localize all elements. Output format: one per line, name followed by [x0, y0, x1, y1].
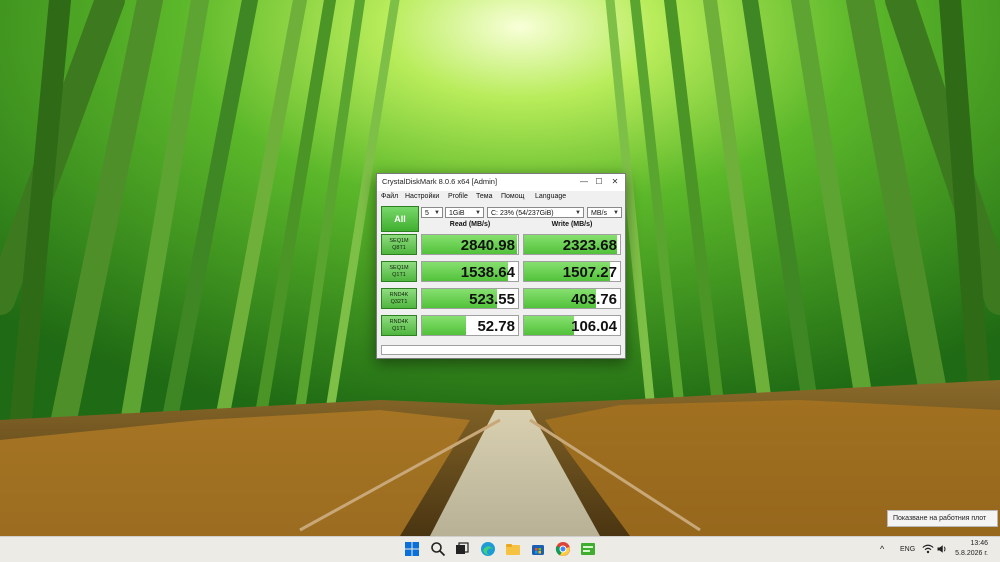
read-result: 1538.64 — [421, 261, 519, 282]
unit-value: MB/s — [591, 210, 607, 217]
test-params: Q1T1 — [392, 326, 406, 332]
comment-field[interactable] — [381, 345, 621, 355]
test-name: RND4K — [389, 292, 409, 298]
minimize-button[interactable]: — — [577, 176, 591, 188]
window-title: CrystalDiskMark 8.0.6 x64 [Admin] — [382, 177, 498, 186]
menu-settings[interactable]: Настройки — [405, 193, 439, 200]
test-button-seq1m-q1t1[interactable]: SEQ1M Q1T1 — [381, 261, 417, 282]
result-value: 2840.98 — [460, 237, 515, 254]
drive-select[interactable]: C: 23% (54/237GiB) ▼ — [487, 207, 584, 218]
test-button-seq1m-q8t1[interactable]: SEQ1M Q8T1 — [381, 234, 417, 255]
menu-theme[interactable]: Тема — [476, 193, 492, 200]
chrome-icon[interactable] — [555, 541, 571, 557]
test-size-value: 1GiB — [449, 210, 465, 217]
clock-date[interactable]: 5.8.2026 г. — [955, 550, 988, 557]
edge-icon[interactable] — [480, 541, 496, 557]
test-size-select[interactable]: 1GiB ▼ — [445, 207, 484, 218]
write-result: 403.76 — [523, 288, 621, 309]
result-value: 52.78 — [477, 318, 515, 335]
result-bar — [422, 316, 467, 335]
chevron-up-icon[interactable]: ^ — [880, 544, 884, 554]
all-tests-button[interactable]: All — [381, 206, 419, 232]
result-bar — [524, 316, 574, 335]
chevron-down-icon: ▼ — [575, 210, 581, 216]
menu-help[interactable]: Помощ — [501, 193, 524, 200]
write-result: 2323.68 — [523, 234, 621, 255]
test-params: Q32T1 — [390, 299, 408, 305]
read-result: 2840.98 — [421, 234, 519, 255]
result-value: 523.55 — [469, 291, 515, 308]
test-count-value: 5 — [425, 210, 429, 217]
test-name: RND4K — [389, 319, 409, 325]
test-name: SEQ1M — [389, 238, 409, 244]
task-view-icon[interactable] — [454, 541, 470, 557]
clock-time[interactable]: 13:46 — [970, 540, 988, 547]
read-result: 52.78 — [421, 315, 519, 336]
result-value: 1507.27 — [562, 264, 617, 281]
write-result: 106.04 — [523, 315, 621, 336]
read-result: 523.55 — [421, 288, 519, 309]
wifi-icon[interactable] — [922, 543, 934, 555]
chevron-down-icon: ▼ — [434, 210, 440, 216]
result-value: 403.76 — [571, 291, 617, 308]
unit-select[interactable]: MB/s ▼ — [587, 207, 622, 218]
show-desktop-tooltip: Показване на работния плот — [887, 510, 998, 527]
chevron-down-icon: ▼ — [613, 210, 619, 216]
taskbar: ^ ENG 13:46 5.8.2026 г. — [0, 536, 1000, 562]
file-explorer-icon[interactable] — [505, 541, 521, 557]
crystaldiskmark-window: CrystalDiskMark 8.0.6 x64 [Admin] — ☐ ✕ … — [376, 173, 626, 359]
title-bar[interactable]: CrystalDiskMark 8.0.6 x64 [Admin] — ☐ ✕ — [377, 174, 625, 191]
drive-value: C: 23% (54/237GiB) — [491, 210, 554, 217]
test-name: SEQ1M — [389, 265, 409, 271]
test-button-rnd4k-q32t1[interactable]: RND4K Q32T1 — [381, 288, 417, 309]
test-params: Q1T1 — [392, 272, 406, 278]
volume-icon[interactable] — [936, 543, 948, 555]
windows-start-icon[interactable] — [404, 541, 420, 557]
read-column-header: Read (MB/s) — [449, 221, 491, 228]
result-value: 106.04 — [571, 318, 617, 335]
menu-language[interactable]: Language — [535, 193, 566, 200]
search-icon[interactable] — [430, 541, 446, 557]
menu-bar: Файл Настройки Profile Тема Помощ Langua… — [377, 191, 625, 204]
crystaldiskmark-icon[interactable] — [580, 541, 596, 557]
menu-profile[interactable]: Profile — [448, 193, 468, 200]
language-indicator[interactable]: ENG — [900, 546, 915, 553]
result-value: 1538.64 — [460, 264, 515, 281]
write-column-header: Write (MB/s) — [551, 221, 593, 228]
result-value: 2323.68 — [562, 237, 617, 254]
write-result: 1507.27 — [523, 261, 621, 282]
benchmark-panel: All 5 ▼ 1GiB ▼ C: 23% (54/237GiB) ▼ MB/s… — [377, 204, 625, 356]
close-button[interactable]: ✕ — [608, 176, 622, 188]
store-icon[interactable] — [530, 541, 546, 557]
maximize-button[interactable]: ☐ — [592, 176, 606, 188]
test-count-select[interactable]: 5 ▼ — [421, 207, 443, 218]
chevron-down-icon: ▼ — [475, 210, 481, 216]
test-params: Q8T1 — [392, 245, 406, 251]
test-button-rnd4k-q1t1[interactable]: RND4K Q1T1 — [381, 315, 417, 336]
menu-file[interactable]: Файл — [381, 193, 398, 200]
